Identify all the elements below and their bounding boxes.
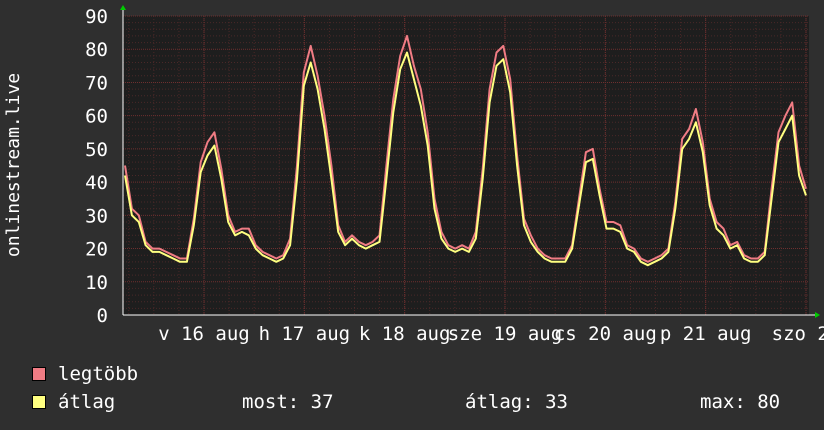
- y-tick-label: 70: [85, 72, 108, 94]
- x-tick-label: v 16 aug: [158, 323, 250, 345]
- legend-label-max: legtöbb: [58, 363, 139, 385]
- y-axis-arrow: [120, 5, 126, 10]
- x-axis-arrow: [815, 312, 820, 318]
- legend-item-avg: átlag: [32, 391, 115, 413]
- stat-current: most: 37: [242, 391, 334, 413]
- y-tick-label: 50: [85, 139, 108, 161]
- y-tick-label: 20: [85, 239, 108, 261]
- y-tick-label: 60: [85, 106, 108, 128]
- y-tick-label: 30: [85, 205, 108, 227]
- x-tick-label: p 21 aug: [660, 323, 752, 345]
- y-axis-label: onlinestream.live: [3, 73, 24, 257]
- y-tick-label: 90: [85, 6, 108, 28]
- legend-label-avg: átlag: [58, 391, 116, 413]
- x-tick-label: sze 19 aug: [448, 323, 562, 345]
- y-tick-label: 10: [85, 272, 108, 294]
- stat-average: átlag: 33: [465, 391, 568, 413]
- legend-item-max: legtöbb: [32, 363, 138, 385]
- y-tick-label: 40: [85, 172, 108, 194]
- stat-max: max: 80: [700, 391, 781, 413]
- legend-swatch-avg: [32, 395, 46, 409]
- x-tick-label: h 17 aug: [259, 323, 351, 345]
- y-tick-label: 0: [97, 305, 108, 327]
- legend-swatch-max: [32, 367, 46, 381]
- y-tick-label: 80: [85, 39, 108, 61]
- x-tick-label: k 18 aug: [359, 323, 451, 345]
- x-tick-label: szo 22: [772, 323, 824, 345]
- x-tick-label: cs 20 aug: [554, 323, 657, 345]
